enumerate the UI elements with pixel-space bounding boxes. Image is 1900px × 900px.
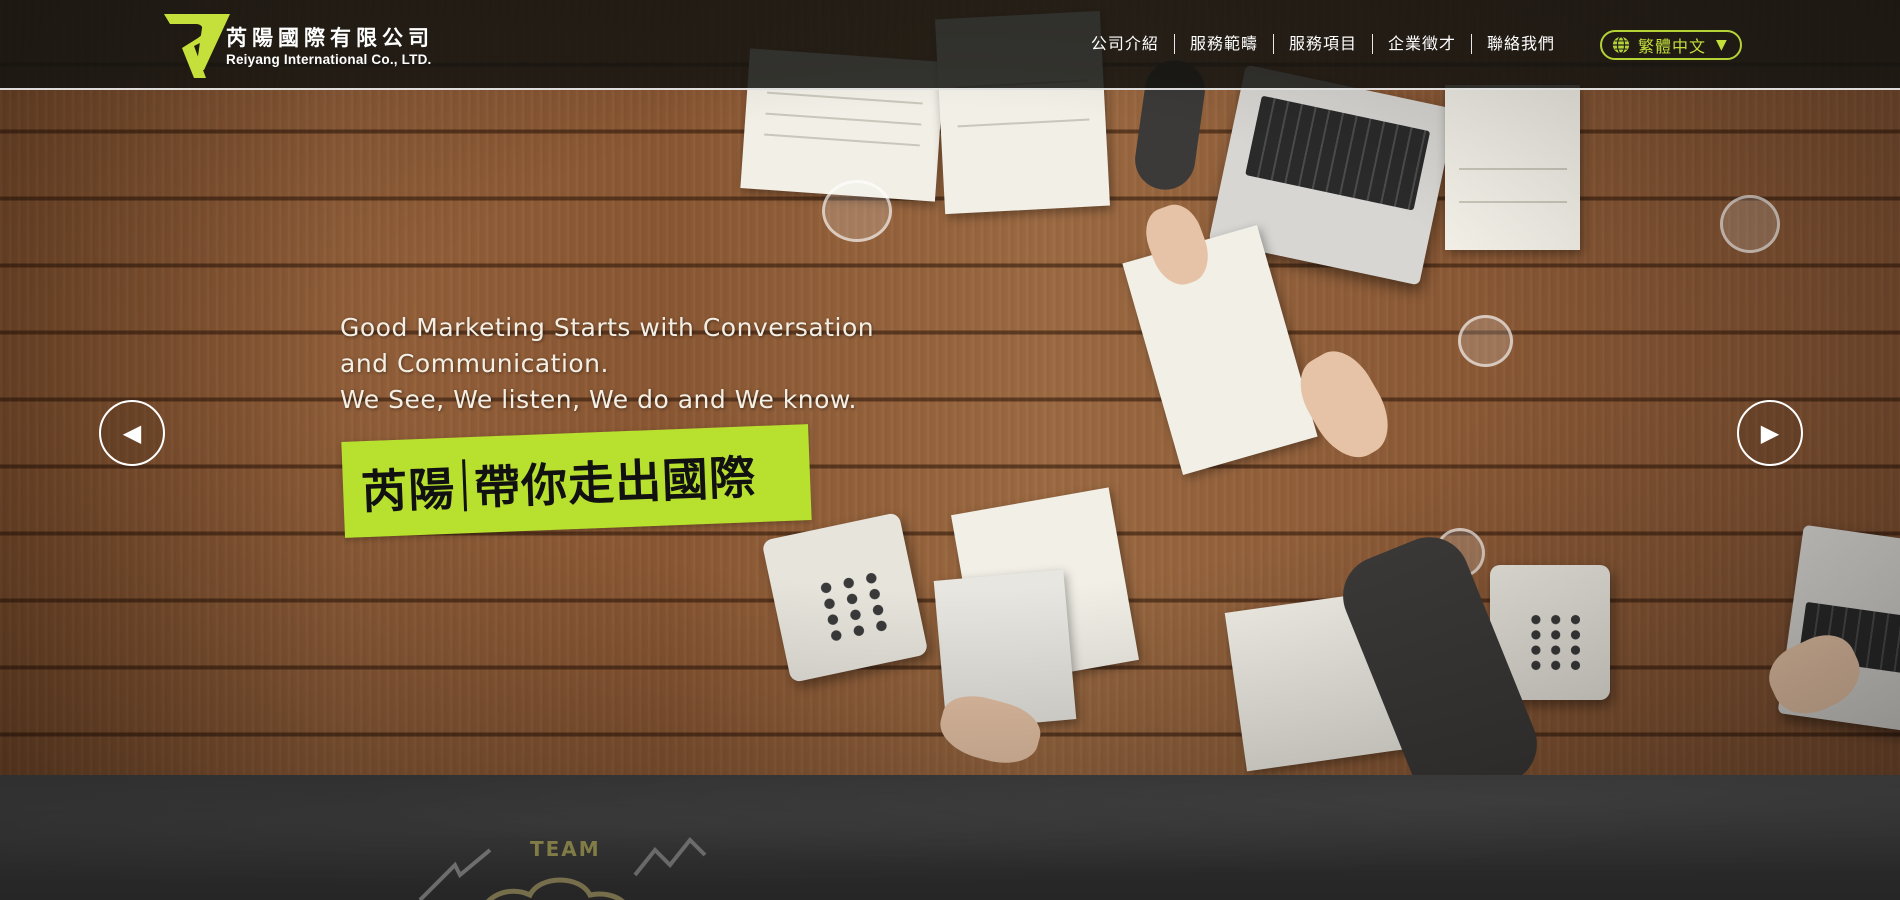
slogan-text: 帶你走出國際	[473, 450, 758, 515]
language-selector[interactable]: 繁體中文 ▼	[1600, 30, 1742, 60]
logo-mark-icon	[164, 14, 230, 78]
main-nav: 公司介紹 服務範疇 服務項目 企業徵才 聯絡我們	[1076, 31, 1570, 57]
chalk-cloud-icon	[486, 877, 625, 900]
slider-next-button[interactable]: ▶	[1737, 400, 1803, 466]
water-glass-decoration	[1720, 195, 1780, 253]
company-logo[interactable]: 芮陽國際有限公司 Reiyang International Co., LTD.	[160, 8, 460, 82]
slogan-divider	[462, 459, 468, 512]
arrow-right-icon: ▶	[1760, 419, 1780, 447]
nav-item-careers[interactable]: 企業徵才	[1373, 33, 1471, 55]
slogan-banner: 芮陽 帶你走出國際	[341, 424, 812, 538]
hero-banner	[0, 0, 1900, 775]
language-label: 繁體中文	[1638, 37, 1707, 56]
chalk-team-word: TEAM	[530, 837, 601, 861]
chalk-zigzag-icon	[633, 837, 707, 877]
globe-icon	[1612, 36, 1630, 54]
chart-paper-decoration	[1445, 85, 1580, 250]
nav-item-services[interactable]: 服務項目	[1274, 33, 1372, 55]
slider-prev-button[interactable]: ◀	[99, 400, 165, 466]
logo-name-cn: 芮陽國際有限公司	[226, 26, 434, 50]
nav-item-about[interactable]: 公司介紹	[1076, 33, 1174, 55]
nav-item-scope[interactable]: 服務範疇	[1175, 33, 1273, 55]
chevron-down-icon: ▼	[1716, 37, 1728, 53]
water-glass-decoration	[822, 180, 892, 242]
hero-tagline: Good Marketing Starts with Conversation …	[340, 310, 874, 418]
hand-decoration	[1287, 339, 1403, 471]
tagline-line-1: Good Marketing Starts with Conversation	[340, 313, 875, 342]
nav-item-contact[interactable]: 聯絡我們	[1472, 33, 1570, 55]
team-section: TEAM	[0, 775, 1900, 900]
arrow-left-icon: ◀	[122, 419, 142, 447]
site-header: 芮陽國際有限公司 Reiyang International Co., LTD.…	[0, 0, 1900, 90]
desk-phone-decoration	[761, 512, 929, 683]
logo-name-en: Reiyang International Co., LTD.	[226, 52, 432, 67]
slogan-brand: 芮陽	[360, 461, 457, 520]
water-glass-decoration	[1458, 315, 1513, 367]
tagline-line-3: We See, We listen, We do and We know.	[340, 385, 857, 414]
tagline-line-2: and Communication.	[340, 349, 609, 378]
report-paper-decoration	[1122, 224, 1318, 476]
